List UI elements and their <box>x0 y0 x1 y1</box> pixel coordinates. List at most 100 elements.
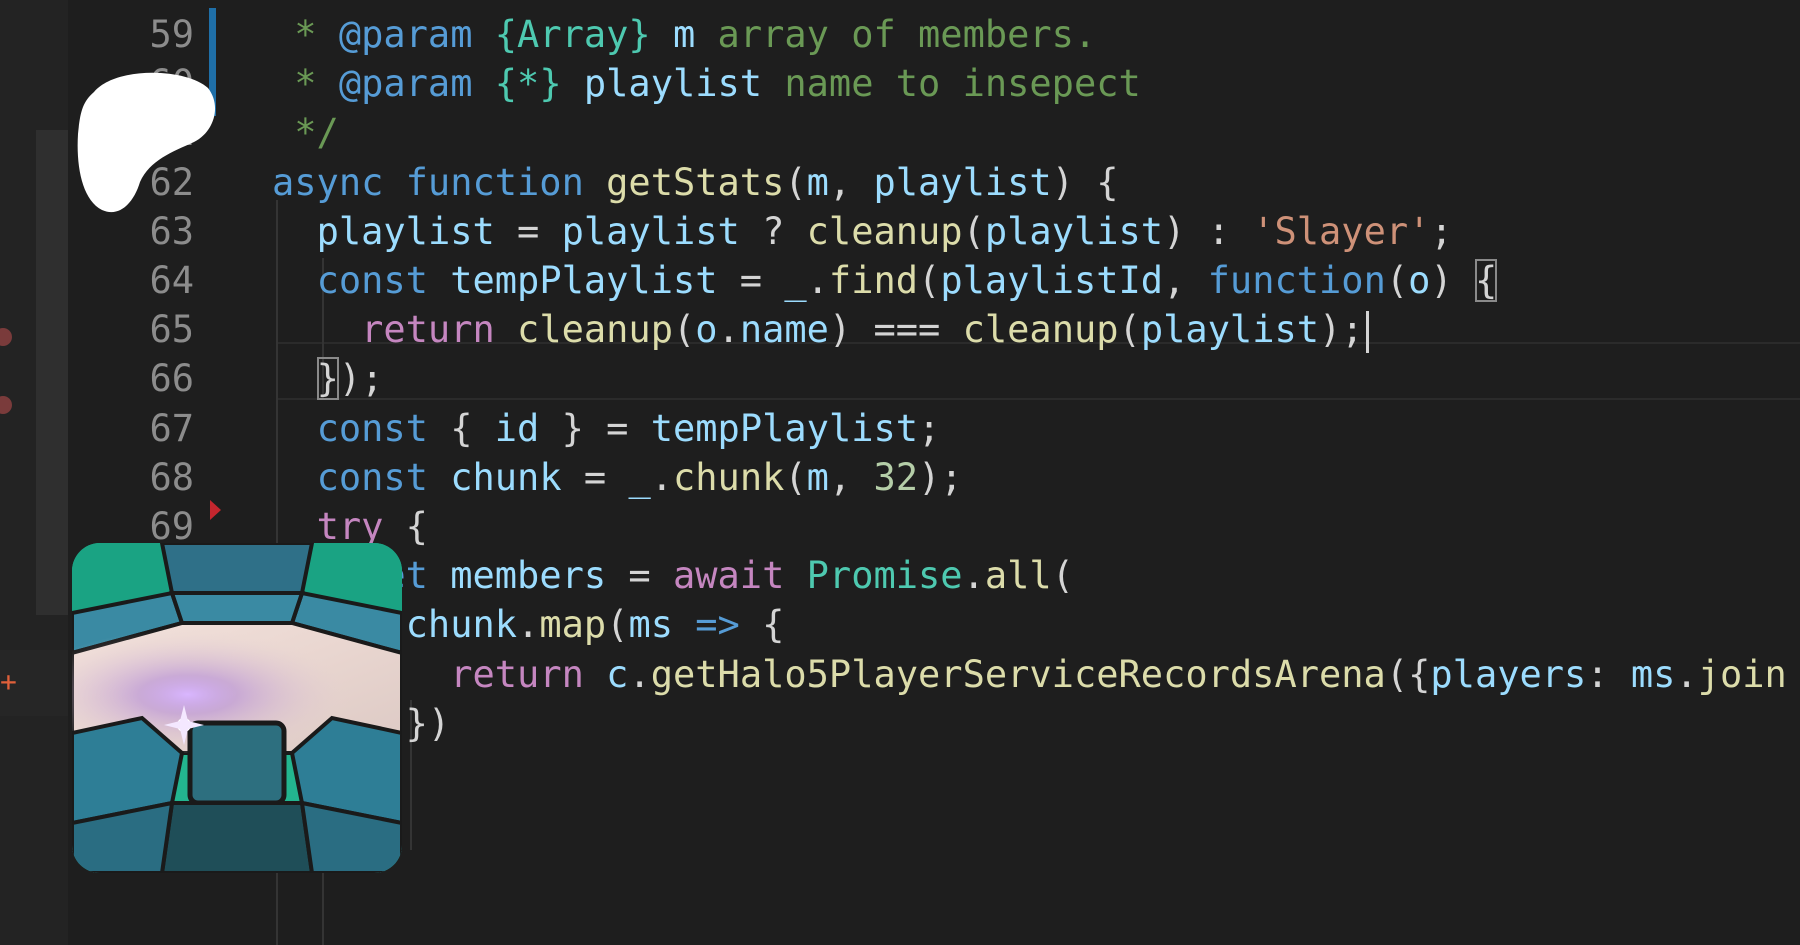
code-token: const <box>316 406 451 450</box>
code-token: * <box>272 62 339 106</box>
code-text[interactable]: const tempPlaylist = _.find(playlistId, … <box>272 253 1498 309</box>
line-number: 59 <box>149 13 194 56</box>
code-token: = <box>561 455 629 499</box>
code-token: . <box>962 554 985 598</box>
code-token: }) <box>405 701 451 745</box>
code-token: chunk <box>450 455 562 499</box>
code-token: join <box>1697 652 1787 696</box>
code-text[interactable]: }); <box>272 351 383 407</box>
code-line[interactable]: 66 }); <box>0 351 1800 407</box>
code-token: ( <box>1051 554 1074 598</box>
code-token: playlist <box>873 160 1052 204</box>
code-line[interactable]: 62 async function getStats(m, playlist) { <box>0 155 1800 211</box>
code-token: ( <box>918 259 941 302</box>
code-token: function <box>1207 259 1386 302</box>
code-token: ); <box>918 455 963 499</box>
code-token: } <box>316 357 339 401</box>
code-line[interactable]: 65 return cleanup(o.name) === cleanup(pl… <box>0 302 1800 358</box>
code-token: m <box>672 13 696 56</box>
code-token: Promise <box>806 554 963 598</box>
code-line[interactable]: 67 const { id } = tempPlaylist; <box>0 401 1800 457</box>
code-token: getHalo5PlayerServiceRecordsArena <box>650 652 1386 696</box>
text-cursor <box>1365 310 1369 353</box>
code-token: . <box>650 455 673 499</box>
code-token: c <box>606 652 629 696</box>
code-token: chunk <box>405 603 518 647</box>
code-token: m <box>806 160 829 204</box>
halo-helmet-app-icon[interactable] <box>72 543 402 873</box>
code-token: name <box>739 308 829 352</box>
line-number: 67 <box>149 406 194 450</box>
code-token: function <box>405 160 607 204</box>
code-token: cleanup <box>517 308 673 352</box>
code-token: @param <box>338 13 473 56</box>
code-token: {*} <box>494 62 562 106</box>
code-token: o <box>1408 259 1431 302</box>
code-token: : <box>1586 652 1631 696</box>
code-text[interactable]: */ <box>272 105 339 161</box>
code-token: ( <box>1385 259 1409 302</box>
code-token: { <box>450 406 495 450</box>
code-token: await <box>672 554 807 598</box>
code-token: const <box>316 259 451 302</box>
code-token: playlist <box>583 62 763 106</box>
code-text[interactable]: playlist = playlist ? cleanup(playlist) … <box>272 204 1453 260</box>
code-token: map <box>539 603 607 647</box>
code-token: ? <box>739 209 807 253</box>
code-line[interactable]: 59 * @param {Array} m array of members. <box>0 7 1800 63</box>
code-token: playlist <box>984 209 1164 253</box>
code-token: {Array} <box>494 13 651 56</box>
code-token: return <box>361 308 518 352</box>
code-token: ; <box>1430 209 1453 253</box>
code-token: ( <box>962 209 985 253</box>
code-token: { <box>1474 259 1498 302</box>
code-line[interactable]: 64 const tempPlaylist = _.find(playlistI… <box>0 253 1800 309</box>
code-token: { <box>739 603 785 647</box>
code-token: ( <box>784 455 807 499</box>
code-token: . <box>517 603 540 647</box>
code-line[interactable]: 63 playlist = playlist ? cleanup(playlis… <box>0 204 1800 260</box>
code-editor-screen: + 59 * @param {Array} m array of members… <box>0 0 1800 945</box>
code-token: ) === <box>828 308 963 352</box>
code-line[interactable]: 60 * @param {*} playlist name to insepec… <box>0 56 1800 112</box>
code-token: => <box>695 603 740 647</box>
code-token: ms <box>628 603 673 647</box>
code-token: , <box>828 455 874 499</box>
code-token: playlist <box>316 209 495 253</box>
code-token: . <box>717 308 740 352</box>
line-number: 65 <box>149 308 194 352</box>
code-line[interactable]: 68 const chunk = _.chunk(m, 32); <box>0 450 1800 506</box>
code-token: playlist <box>561 209 740 253</box>
code-token: players <box>1430 652 1587 696</box>
code-token: _ <box>628 455 651 499</box>
code-text[interactable]: return cleanup(o.name) === cleanup(playl… <box>272 302 1369 358</box>
code-token: . <box>806 259 829 302</box>
code-token: ({ <box>1385 652 1431 696</box>
code-token: . <box>1675 652 1698 696</box>
code-token: */ <box>272 111 339 155</box>
line-number: 64 <box>149 259 194 302</box>
code-text[interactable]: const chunk = _.chunk(m, 32); <box>272 450 963 506</box>
code-token: all <box>984 554 1052 598</box>
code-line[interactable]: 61 */ <box>0 105 1800 161</box>
code-text[interactable]: * @param {*} playlist name to insepect <box>272 56 1141 112</box>
code-token: = <box>606 554 673 598</box>
code-token: { <box>383 505 428 548</box>
code-text[interactable]: async function getStats(m, playlist) { <box>272 155 1119 211</box>
line-number: 66 <box>149 357 194 401</box>
code-token: async <box>272 160 406 204</box>
code-token: ) { <box>1051 160 1119 204</box>
code-text[interactable]: * @param {Array} m array of members. <box>272 7 1096 63</box>
code-text[interactable]: const { id } = tempPlaylist; <box>272 401 941 457</box>
code-token: array of members. <box>695 13 1097 56</box>
code-text[interactable]: return c.getHalo5PlayerServiceRecordsAre… <box>272 647 1787 703</box>
